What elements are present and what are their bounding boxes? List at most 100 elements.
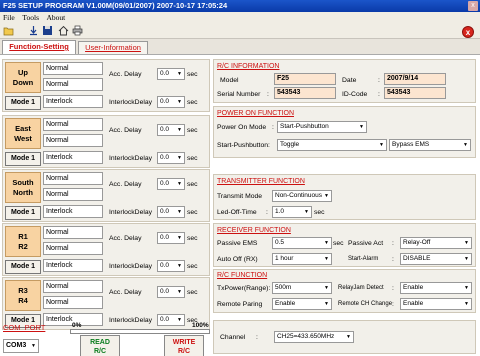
rc-function-title: R/C FUNCTION bbox=[217, 272, 268, 279]
row1-normal[interactable]: Normal bbox=[43, 226, 103, 239]
mode-button[interactable]: Mode 1 bbox=[5, 260, 41, 274]
tx-power-select[interactable]: 500m ▼ bbox=[272, 282, 332, 294]
dir-button-up-down[interactable]: Up Down bbox=[5, 62, 41, 93]
row1-normal[interactable]: Normal bbox=[43, 62, 103, 75]
row3-interlock[interactable]: Interlock bbox=[43, 151, 103, 164]
write-rc-button[interactable]: WRITE R/C bbox=[164, 335, 204, 356]
receiver-group: RECEIVER FUNCTION Passive EMS 0.5 ▼ sec P… bbox=[213, 223, 476, 267]
row2-normal[interactable]: Normal bbox=[43, 78, 103, 91]
remote-ch-change-select[interactable]: Enable ▼ bbox=[400, 298, 472, 310]
bypass-ems-select[interactable]: Bypass EMS ▼ bbox=[389, 139, 471, 151]
menu-bar: File Tools About bbox=[0, 12, 480, 23]
menu-about[interactable]: About bbox=[46, 13, 65, 22]
auto-off-label: Auto Off (RX) bbox=[217, 256, 258, 263]
save-disk-icon[interactable] bbox=[42, 25, 53, 36]
auto-off-select[interactable]: 1 hour ▼ bbox=[272, 253, 332, 265]
led-off-time-label: Led-Off-Time bbox=[217, 209, 257, 216]
dir-button-r1-r2[interactable]: R1 R2 bbox=[5, 226, 41, 257]
mode-button[interactable]: Mode 1 bbox=[5, 96, 41, 110]
transmitter-title: TRANSMITTER FUNCTION bbox=[217, 178, 305, 185]
com-port-select[interactable]: COM3 ▼ bbox=[3, 339, 39, 353]
interlock-delay-select[interactable]: 0.0 ▼ bbox=[157, 260, 185, 272]
led-sec-label: sec bbox=[314, 209, 325, 216]
transmit-mode-select[interactable]: Non-Continuous ▼ bbox=[272, 190, 332, 202]
menu-tools[interactable]: Tools bbox=[22, 13, 39, 22]
passive-ems-select[interactable]: 0.5 ▼ bbox=[272, 237, 332, 249]
acc-delay-select[interactable]: 0.0 ▼ bbox=[157, 68, 185, 80]
toolbar bbox=[0, 23, 480, 39]
acc-delay-label: Acc. Delay bbox=[109, 71, 142, 78]
relay-jam-select[interactable]: Enable ▼ bbox=[400, 282, 472, 294]
acc-delay-select[interactable]: 0.0 ▼ bbox=[157, 286, 185, 298]
channel-group: Channel : CH25=433.650MHz ▼ bbox=[213, 320, 476, 354]
progress-bar bbox=[70, 329, 210, 334]
channel-select[interactable]: CH25=433.650MHz ▼ bbox=[274, 331, 354, 343]
row3-interlock[interactable]: Interlock bbox=[43, 205, 103, 218]
acc-delay-select[interactable]: 0.0 ▼ bbox=[157, 124, 185, 136]
row2-normal[interactable]: Normal bbox=[43, 134, 103, 147]
tab-user-information[interactable]: User-Information bbox=[78, 41, 148, 54]
channel-label: Channel bbox=[220, 334, 246, 341]
interlock-delay-select[interactable]: 0.0 ▼ bbox=[157, 314, 185, 326]
row2-normal[interactable]: Normal bbox=[43, 296, 103, 309]
transmit-mode-label: Transmit Mode bbox=[217, 193, 263, 200]
row1-normal[interactable]: Normal bbox=[43, 118, 103, 131]
open-folder-icon[interactable] bbox=[3, 25, 14, 36]
row1-normal[interactable]: Normal bbox=[43, 280, 103, 293]
passive-ems-sec-label: sec bbox=[333, 240, 344, 247]
row1-normal[interactable]: Normal bbox=[43, 172, 103, 185]
group-east-west: East West Mode 1 Normal Normal Interlock … bbox=[2, 115, 210, 168]
dir-button-south-north[interactable]: South North bbox=[5, 172, 41, 203]
mode-button[interactable]: Mode 1 bbox=[5, 206, 41, 220]
row2-normal[interactable]: Normal bbox=[43, 188, 103, 201]
power-on-group: POWER ON FUNCTION Power On Mode : Start-… bbox=[213, 106, 476, 158]
interlock-delay-select[interactable]: 0.0 ▼ bbox=[157, 152, 185, 164]
remote-ch-change-label: Remote CH Change bbox=[338, 301, 393, 307]
download-arrow-icon[interactable] bbox=[28, 25, 39, 36]
power-on-mode-select[interactable]: Start-Pushbutton ▼ bbox=[277, 121, 367, 133]
acc-delay-select[interactable]: 0.0 ▼ bbox=[157, 178, 185, 190]
interlock-delay-label: InterlockDelay bbox=[109, 317, 153, 324]
rc-information-group: R/C INFORMATION Model F25 Serial Number … bbox=[213, 59, 476, 103]
acc-delay-select[interactable]: 0.0 ▼ bbox=[157, 232, 185, 244]
dir-button-east-west[interactable]: East West bbox=[5, 118, 41, 149]
sec-label: sec bbox=[187, 263, 198, 270]
row3-interlock[interactable]: Interlock bbox=[43, 259, 103, 272]
acc-delay-label: Acc. Delay bbox=[109, 289, 142, 296]
com-port-title: COM_PORT bbox=[3, 323, 46, 332]
transmitter-group: TRANSMITTER FUNCTION Transmit Mode Non-C… bbox=[213, 174, 476, 220]
tab-function-setting[interactable]: Function-Setting bbox=[2, 40, 76, 54]
interlock-delay-label: InterlockDelay bbox=[109, 263, 153, 270]
date-field[interactable]: 2007/9/14 bbox=[384, 73, 446, 85]
sec-label: sec bbox=[187, 155, 198, 162]
led-off-time-select[interactable]: 1.0 ▼ bbox=[272, 206, 312, 218]
interlock-delay-label: InterlockDelay bbox=[109, 99, 153, 106]
remote-paring-select[interactable]: Enable ▼ bbox=[272, 298, 332, 310]
sec-label: sec bbox=[187, 181, 198, 188]
menu-file[interactable]: File bbox=[3, 13, 15, 22]
interlock-delay-select[interactable]: 0.0 ▼ bbox=[157, 96, 185, 108]
id-code-field[interactable]: 543543 bbox=[384, 87, 446, 99]
start-alarm-select[interactable]: DISABLE ▼ bbox=[400, 253, 472, 265]
sec-label: sec bbox=[187, 209, 198, 216]
title-close-button[interactable]: x bbox=[468, 1, 478, 11]
interlock-delay-select[interactable]: 0.0 ▼ bbox=[157, 206, 185, 218]
sec-label: sec bbox=[187, 127, 198, 134]
group-r1-r2: R1 R2 Mode 1 Normal Normal Interlock Acc.… bbox=[2, 223, 210, 276]
sec-label: sec bbox=[187, 71, 198, 78]
print-icon[interactable] bbox=[72, 25, 83, 36]
passive-act-select[interactable]: Relay-Off ▼ bbox=[400, 237, 472, 249]
start-alarm-label: Start-Alarm bbox=[348, 256, 379, 262]
home-icon[interactable] bbox=[58, 25, 69, 36]
row2-normal[interactable]: Normal bbox=[43, 242, 103, 255]
model-field[interactable]: F25 bbox=[274, 73, 336, 85]
dir-button-r3-r4[interactable]: R3 R4 bbox=[5, 280, 41, 311]
row3-interlock[interactable]: Interlock bbox=[43, 95, 103, 108]
exit-icon[interactable]: x bbox=[462, 26, 474, 38]
mode-button[interactable]: Mode 1 bbox=[5, 152, 41, 166]
read-rc-button[interactable]: READ R/C bbox=[80, 335, 120, 356]
serial-field[interactable]: 543543 bbox=[274, 87, 336, 99]
function-setting-panel: Up Down Mode 1 Normal Normal Interlock Ac… bbox=[0, 54, 480, 356]
start-pushbutton-select[interactable]: Toggle ▼ bbox=[277, 139, 387, 151]
passive-act-label: Passive Act bbox=[348, 240, 384, 247]
